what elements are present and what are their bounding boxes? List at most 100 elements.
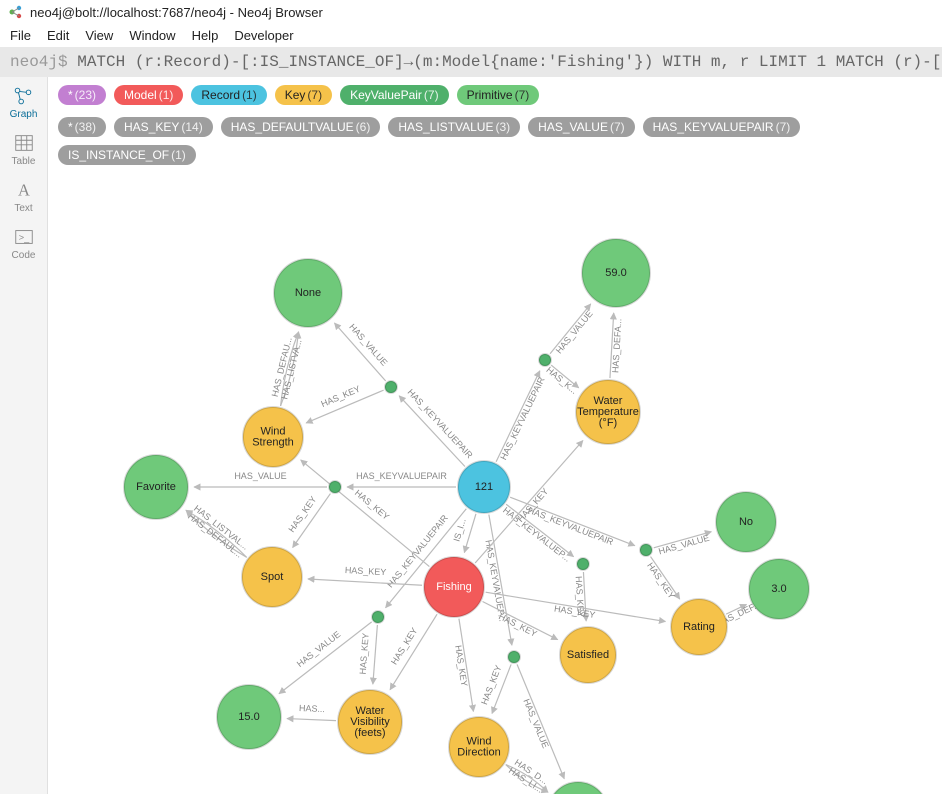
edge-label: HAS_KEYVALUEPAIR: [498, 375, 547, 462]
pill-label: Key: [285, 88, 306, 102]
edge-label: HAS_KEY: [497, 611, 539, 639]
pill-count: (1): [159, 88, 174, 102]
edge-label: HAS_KEY: [320, 384, 362, 409]
edge-label: HAS_KEY: [287, 494, 319, 534]
edge-has_keyvaluep[interactable]: HAS_KEYVALUEP...: [483, 515, 512, 646]
edge-label: HAS_KEYVALUEPAIR: [406, 387, 475, 461]
edge-has_keyvaluepair[interactable]: HAS_KEYVALUEPAIR: [496, 371, 547, 462]
node-primitive[interactable]: W-SW: [548, 782, 608, 794]
edge-has_key[interactable]: HAS_KEY: [287, 494, 331, 548]
node-primitive[interactable]: Favorite: [124, 455, 188, 519]
pill-label: Record: [201, 88, 240, 102]
sidebar-item-table[interactable]: Table: [12, 132, 36, 167]
edge-has[interactable]: HAS...: [287, 703, 336, 721]
menu-edit[interactable]: Edit: [47, 28, 69, 43]
node-kvp[interactable]: [372, 611, 384, 623]
window-title: neo4j@bolt://localhost:7687/neo4j - Neo4…: [30, 5, 323, 20]
pill-count: (7): [424, 88, 439, 102]
node-pill[interactable]: Key(7): [275, 85, 332, 105]
edge-is_i[interactable]: IS_I...: [451, 514, 476, 553]
edge-has_value[interactable]: HAS_VALUE: [279, 622, 372, 694]
node-primitive[interactable]: 3.0: [749, 559, 809, 619]
pill-label: HAS_VALUE: [538, 120, 608, 134]
node-key[interactable]: Spot: [242, 547, 302, 607]
edge-label: HAS_VALUE: [554, 309, 595, 356]
edge-has_key[interactable]: HAS_KEY: [645, 557, 680, 601]
edge-has_keyvaluepair[interactable]: HAS_KEYVALUEPAIR: [347, 471, 456, 487]
edge-has_key[interactable]: HAS_KEY: [358, 625, 378, 684]
node-model[interactable]: Fishing: [424, 557, 484, 617]
node-kvp[interactable]: [640, 544, 652, 556]
menu-developer[interactable]: Developer: [234, 28, 293, 43]
rel-pill[interactable]: HAS_DEFAULTVALUE(6): [221, 117, 381, 137]
node-primitive[interactable]: 59.0: [582, 239, 650, 307]
svg-text:>_: >_: [18, 233, 29, 243]
node-primitive[interactable]: None: [274, 259, 342, 327]
node-primitive[interactable]: No: [716, 492, 776, 552]
table-icon: [13, 132, 35, 154]
edge-has_key[interactable]: HAS_KEY: [483, 601, 558, 639]
node-key[interactable]: WindDirection: [449, 717, 509, 777]
node-key[interactable]: Rating: [671, 599, 727, 655]
edge-has_value[interactable]: HAS_VALUE: [194, 471, 327, 487]
sidebar-item-text[interactable]: A Text: [13, 179, 35, 214]
edge-has_keyvaluepair[interactable]: HAS_KEYVALUEPAIR: [399, 387, 475, 466]
svg-text:A: A: [18, 181, 30, 200]
edge-has_k[interactable]: HAS_K...: [544, 365, 579, 396]
sidebar-item-label: Text: [14, 203, 32, 214]
edge-has_key[interactable]: HAS_KEY: [306, 384, 383, 423]
node-key[interactable]: WaterVisibility(feets): [338, 690, 402, 754]
node-pill[interactable]: *(23): [58, 85, 106, 105]
edge-has_key[interactable]: HAS_KEY: [479, 664, 511, 714]
pill-label: HAS_KEYVALUEPAIR: [653, 120, 774, 134]
query-bar[interactable]: neo4j$ MATCH (r:Record)-[:IS_INSTANCE_OF…: [0, 47, 942, 77]
menu-help[interactable]: Help: [192, 28, 219, 43]
edge-label: HAS_KEY: [453, 645, 469, 688]
edge-has_value[interactable]: HAS_VALUE: [550, 304, 595, 356]
node-kvp[interactable]: [577, 558, 589, 570]
edge-label: HAS_KEY: [553, 603, 596, 620]
sidebar-item-code[interactable]: >_Code: [12, 226, 36, 261]
node-kvp[interactable]: [329, 481, 341, 493]
query-prompt: neo4j$: [10, 53, 68, 71]
menu-window[interactable]: Window: [129, 28, 175, 43]
edge-label: HAS_VALUE: [234, 471, 286, 481]
graph-icon: [12, 85, 34, 107]
node-pill[interactable]: KeyValuePair(7): [340, 85, 449, 105]
node-kvp[interactable]: [385, 381, 397, 393]
edge-has_key[interactable]: HAS_KEY: [453, 619, 473, 712]
rel-pill[interactable]: *(38): [58, 117, 106, 137]
pill-label: HAS_LISTVALUE: [398, 120, 493, 134]
node-pills-row: *(23)Model(1)Record(1)Key(7)KeyValuePair…: [48, 77, 942, 109]
rel-pill[interactable]: HAS_VALUE(7): [528, 117, 634, 137]
rel-pill[interactable]: HAS_LISTVALUE(3): [388, 117, 520, 137]
node-key[interactable]: WindStrength: [243, 407, 303, 467]
edge-has_value[interactable]: HAS_VALUE: [334, 322, 389, 381]
node-primitive[interactable]: 15.0: [217, 685, 281, 749]
pill-label: Model: [124, 88, 157, 102]
pill-count: (7): [515, 88, 530, 102]
edge-has_key[interactable]: HAS_KEY: [389, 614, 437, 690]
query-text[interactable]: MATCH (r:Record)-[:IS_INSTANCE_OF]→(m:Mo…: [77, 53, 942, 71]
rel-pill[interactable]: HAS_KEYVALUEPAIR(7): [643, 117, 801, 137]
menu-view[interactable]: View: [85, 28, 113, 43]
pill-count: (6): [356, 120, 371, 134]
node-pill[interactable]: Model(1): [114, 85, 183, 105]
edge-has_value[interactable]: HAS_VALUE: [654, 532, 712, 557]
edge-has_defa[interactable]: HAS_DEFA...: [610, 313, 623, 378]
node-kvp[interactable]: [539, 354, 551, 366]
sidebar-item-label: Table: [12, 156, 36, 167]
rel-pill[interactable]: HAS_KEY(14): [114, 117, 213, 137]
graph-area[interactable]: IS_I...HAS_KEYVALUEPAIRHAS_KEYVALUEPAIRH…: [48, 157, 942, 794]
pill-label: *: [68, 120, 73, 134]
node-record[interactable]: 121: [458, 461, 510, 513]
pill-count: (38): [75, 120, 96, 134]
node-key[interactable]: WaterTemperature(°F): [576, 380, 640, 444]
sidebar-item-graph[interactable]: Graph: [10, 85, 38, 120]
node-pill[interactable]: Primitive(7): [457, 85, 540, 105]
node-kvp[interactable]: [508, 651, 520, 663]
node-pill[interactable]: Record(1): [191, 85, 266, 105]
menu-file[interactable]: File: [10, 28, 31, 43]
main: *(23)Model(1)Record(1)Key(7)KeyValuePair…: [48, 77, 942, 794]
node-key[interactable]: Satisfied: [560, 627, 616, 683]
